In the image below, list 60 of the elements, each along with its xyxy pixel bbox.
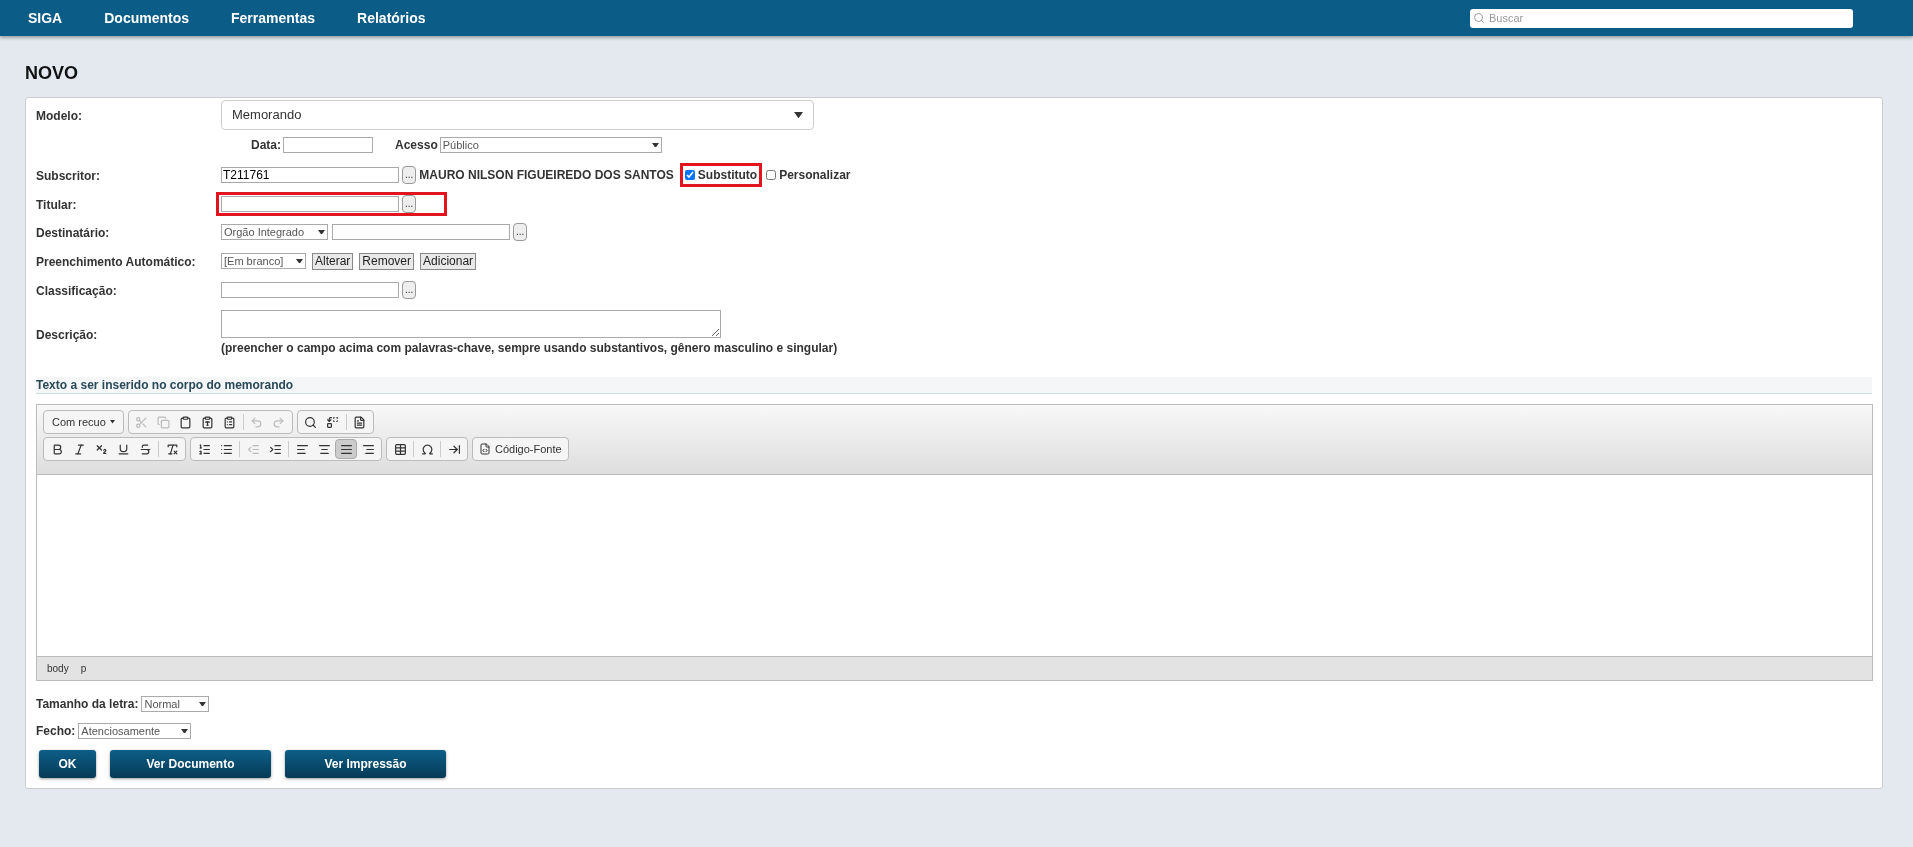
- lookup-button[interactable]: ...: [402, 195, 417, 213]
- field-label: Modelo:: [36, 109, 82, 123]
- section-header: Texto a ser inserido no corpo do memorando: [36, 377, 1872, 394]
- lookup-button[interactable]: ...: [402, 166, 417, 184]
- search-field[interactable]: Buscar: [1470, 8, 1853, 28]
- date-input[interactable]: [283, 137, 373, 153]
- closing-select[interactable]: Atenciosamente: [78, 723, 192, 739]
- search-input[interactable]: Buscar: [1489, 9, 1850, 27]
- element-path-item[interactable]: body: [47, 661, 69, 676]
- recipient-type-select[interactable]: Orgão Integrado: [221, 224, 328, 240]
- font-size-select[interactable]: Normal: [141, 696, 210, 712]
- nav-link[interactable]: Ferramentas: [231, 7, 316, 29]
- field-label: Destinatário:: [36, 226, 110, 240]
- lookup-button[interactable]: ...: [513, 223, 528, 241]
- caret-icon: [181, 728, 189, 734]
- form-button[interactable]: Adicionar: [420, 252, 477, 270]
- model-select[interactable]: Memorando: [221, 100, 814, 130]
- field-label: Subscritor:: [36, 169, 100, 183]
- action-button[interactable]: OK: [39, 750, 96, 778]
- field-label: Tamanho da letra:: [36, 696, 139, 713]
- substitute-checkbox[interactable]: [684, 170, 695, 180]
- subscriber-input[interactable]: T211761: [221, 167, 399, 183]
- classification-input[interactable]: [221, 282, 399, 298]
- action-button[interactable]: Ver Impressão: [285, 750, 446, 778]
- checkbox-label: Substituto: [697, 167, 758, 184]
- field-label: Titular:: [36, 198, 77, 212]
- code-file-icon: [479, 443, 491, 455]
- field-label: Fecho:: [36, 723, 76, 740]
- checkbox-label: Personalizar: [779, 167, 851, 184]
- nav-link[interactable]: Relatórios: [357, 7, 426, 29]
- form-button[interactable]: Remover: [359, 252, 415, 270]
- access-select[interactable]: Público: [439, 137, 662, 153]
- field-label: Acesso: [395, 137, 438, 154]
- caret-icon: [109, 420, 115, 424]
- form-button[interactable]: Alterar: [312, 252, 354, 270]
- caret-icon: [199, 701, 207, 707]
- format-dropdown[interactable]: Com recuo: [43, 410, 124, 434]
- element-path-item[interactable]: p: [80, 661, 87, 676]
- page-title: NOVO: [25, 62, 79, 85]
- recipient-input[interactable]: [332, 224, 510, 240]
- action-button[interactable]: Ver Documento: [110, 750, 271, 778]
- customize-checkbox[interactable]: [766, 170, 777, 180]
- lookup-button[interactable]: ...: [402, 281, 417, 299]
- caret-icon: [794, 111, 803, 119]
- caret-icon: [296, 258, 303, 264]
- caret-icon: [318, 229, 325, 235]
- nav-link[interactable]: Documentos: [104, 7, 190, 29]
- field-label: Descrição:: [36, 328, 98, 342]
- holder-input[interactable]: [221, 196, 399, 212]
- nav-link[interactable]: SIGA: [28, 7, 63, 29]
- align-justify-icon[interactable]: [335, 439, 357, 459]
- hint-text: (preencher o campo acima com palavras-chave, sempre usando substantivos, gênero masculino e singular): [221, 340, 838, 357]
- field-label: Classificação:: [36, 284, 117, 298]
- field-label: Data:: [251, 137, 281, 154]
- field-label: Preenchimento Automático:: [36, 255, 196, 269]
- caret-icon: [651, 142, 659, 148]
- subscriber-name: MAURO NILSON FIGUEIREDO DOS SANTOS: [419, 167, 674, 184]
- autofill-select[interactable]: [Em branco]: [221, 253, 306, 269]
- source-code-button[interactable]: Código-Fonte: [472, 437, 569, 461]
- search-icon: [1473, 12, 1485, 24]
